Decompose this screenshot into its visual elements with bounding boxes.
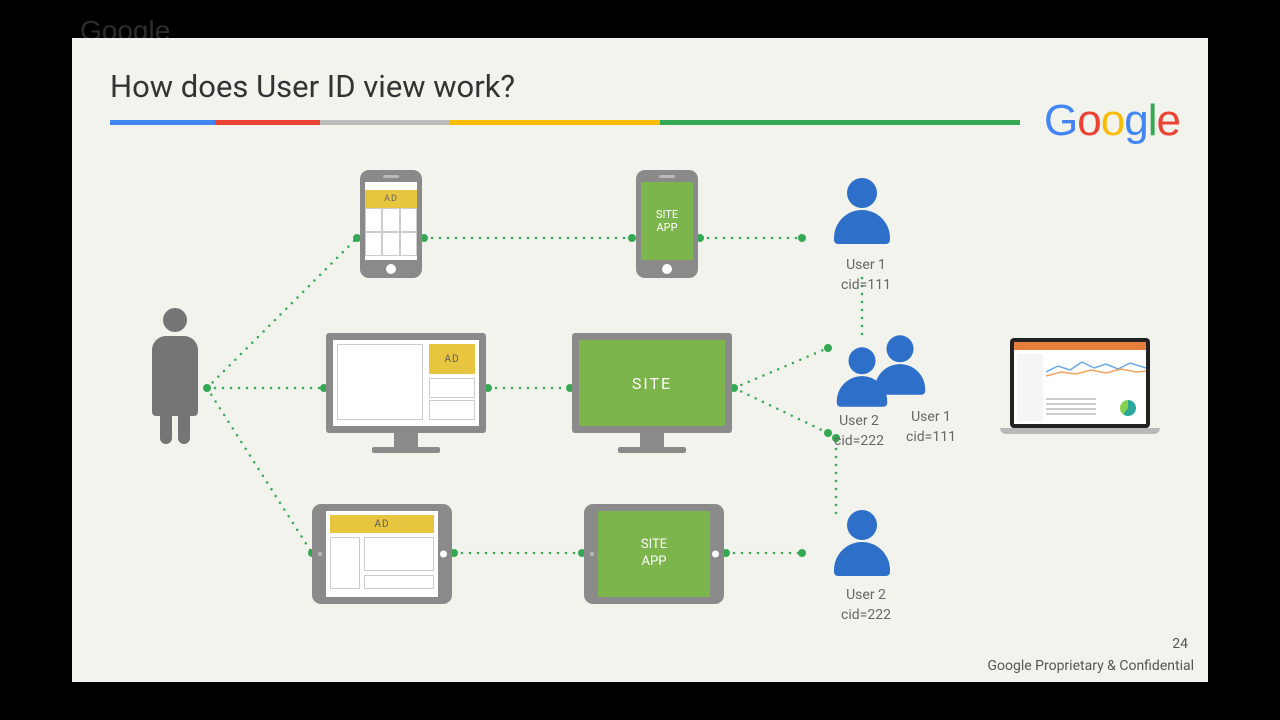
monitor-site: SITE [572, 333, 732, 453]
tablet-site-app: SITE APP [584, 504, 724, 604]
ad-label: AD [429, 344, 475, 374]
page-number: 24 [1172, 636, 1188, 652]
user1-label: User 1cid=111 [826, 256, 906, 295]
phone-site-app: SITE APP [636, 170, 698, 278]
user2-label: User 2cid=222 [824, 412, 894, 451]
chart-pie-icon [1120, 400, 1136, 416]
user-icon [875, 335, 925, 394]
monitor-ad: AD [326, 333, 486, 453]
user-icon [834, 510, 890, 576]
analytics-laptop [1000, 338, 1160, 448]
user2-label-b: User 2cid=222 [826, 586, 906, 625]
slide-title: How does User ID view work? [110, 68, 515, 105]
color-stripe [110, 120, 1020, 125]
ad-label: AD [365, 190, 417, 208]
phone-ad: AD [360, 170, 422, 278]
tablet-ad: AD [312, 504, 452, 604]
user-icon [834, 178, 890, 244]
slide: How does User ID view work? Google [72, 38, 1208, 682]
google-logo: Google [1044, 96, 1180, 146]
site-label: SITE [632, 374, 672, 393]
site-app-label: SITE APP [641, 537, 667, 571]
site-app-label: SITE APP [656, 208, 678, 234]
person-icon [152, 308, 198, 416]
ad-label: AD [330, 515, 434, 533]
chart-sparkline [1046, 356, 1146, 380]
confidential-footer: Google Proprietary & Confidential [987, 658, 1194, 674]
user1-label-b: User 1cid=111 [896, 408, 966, 447]
